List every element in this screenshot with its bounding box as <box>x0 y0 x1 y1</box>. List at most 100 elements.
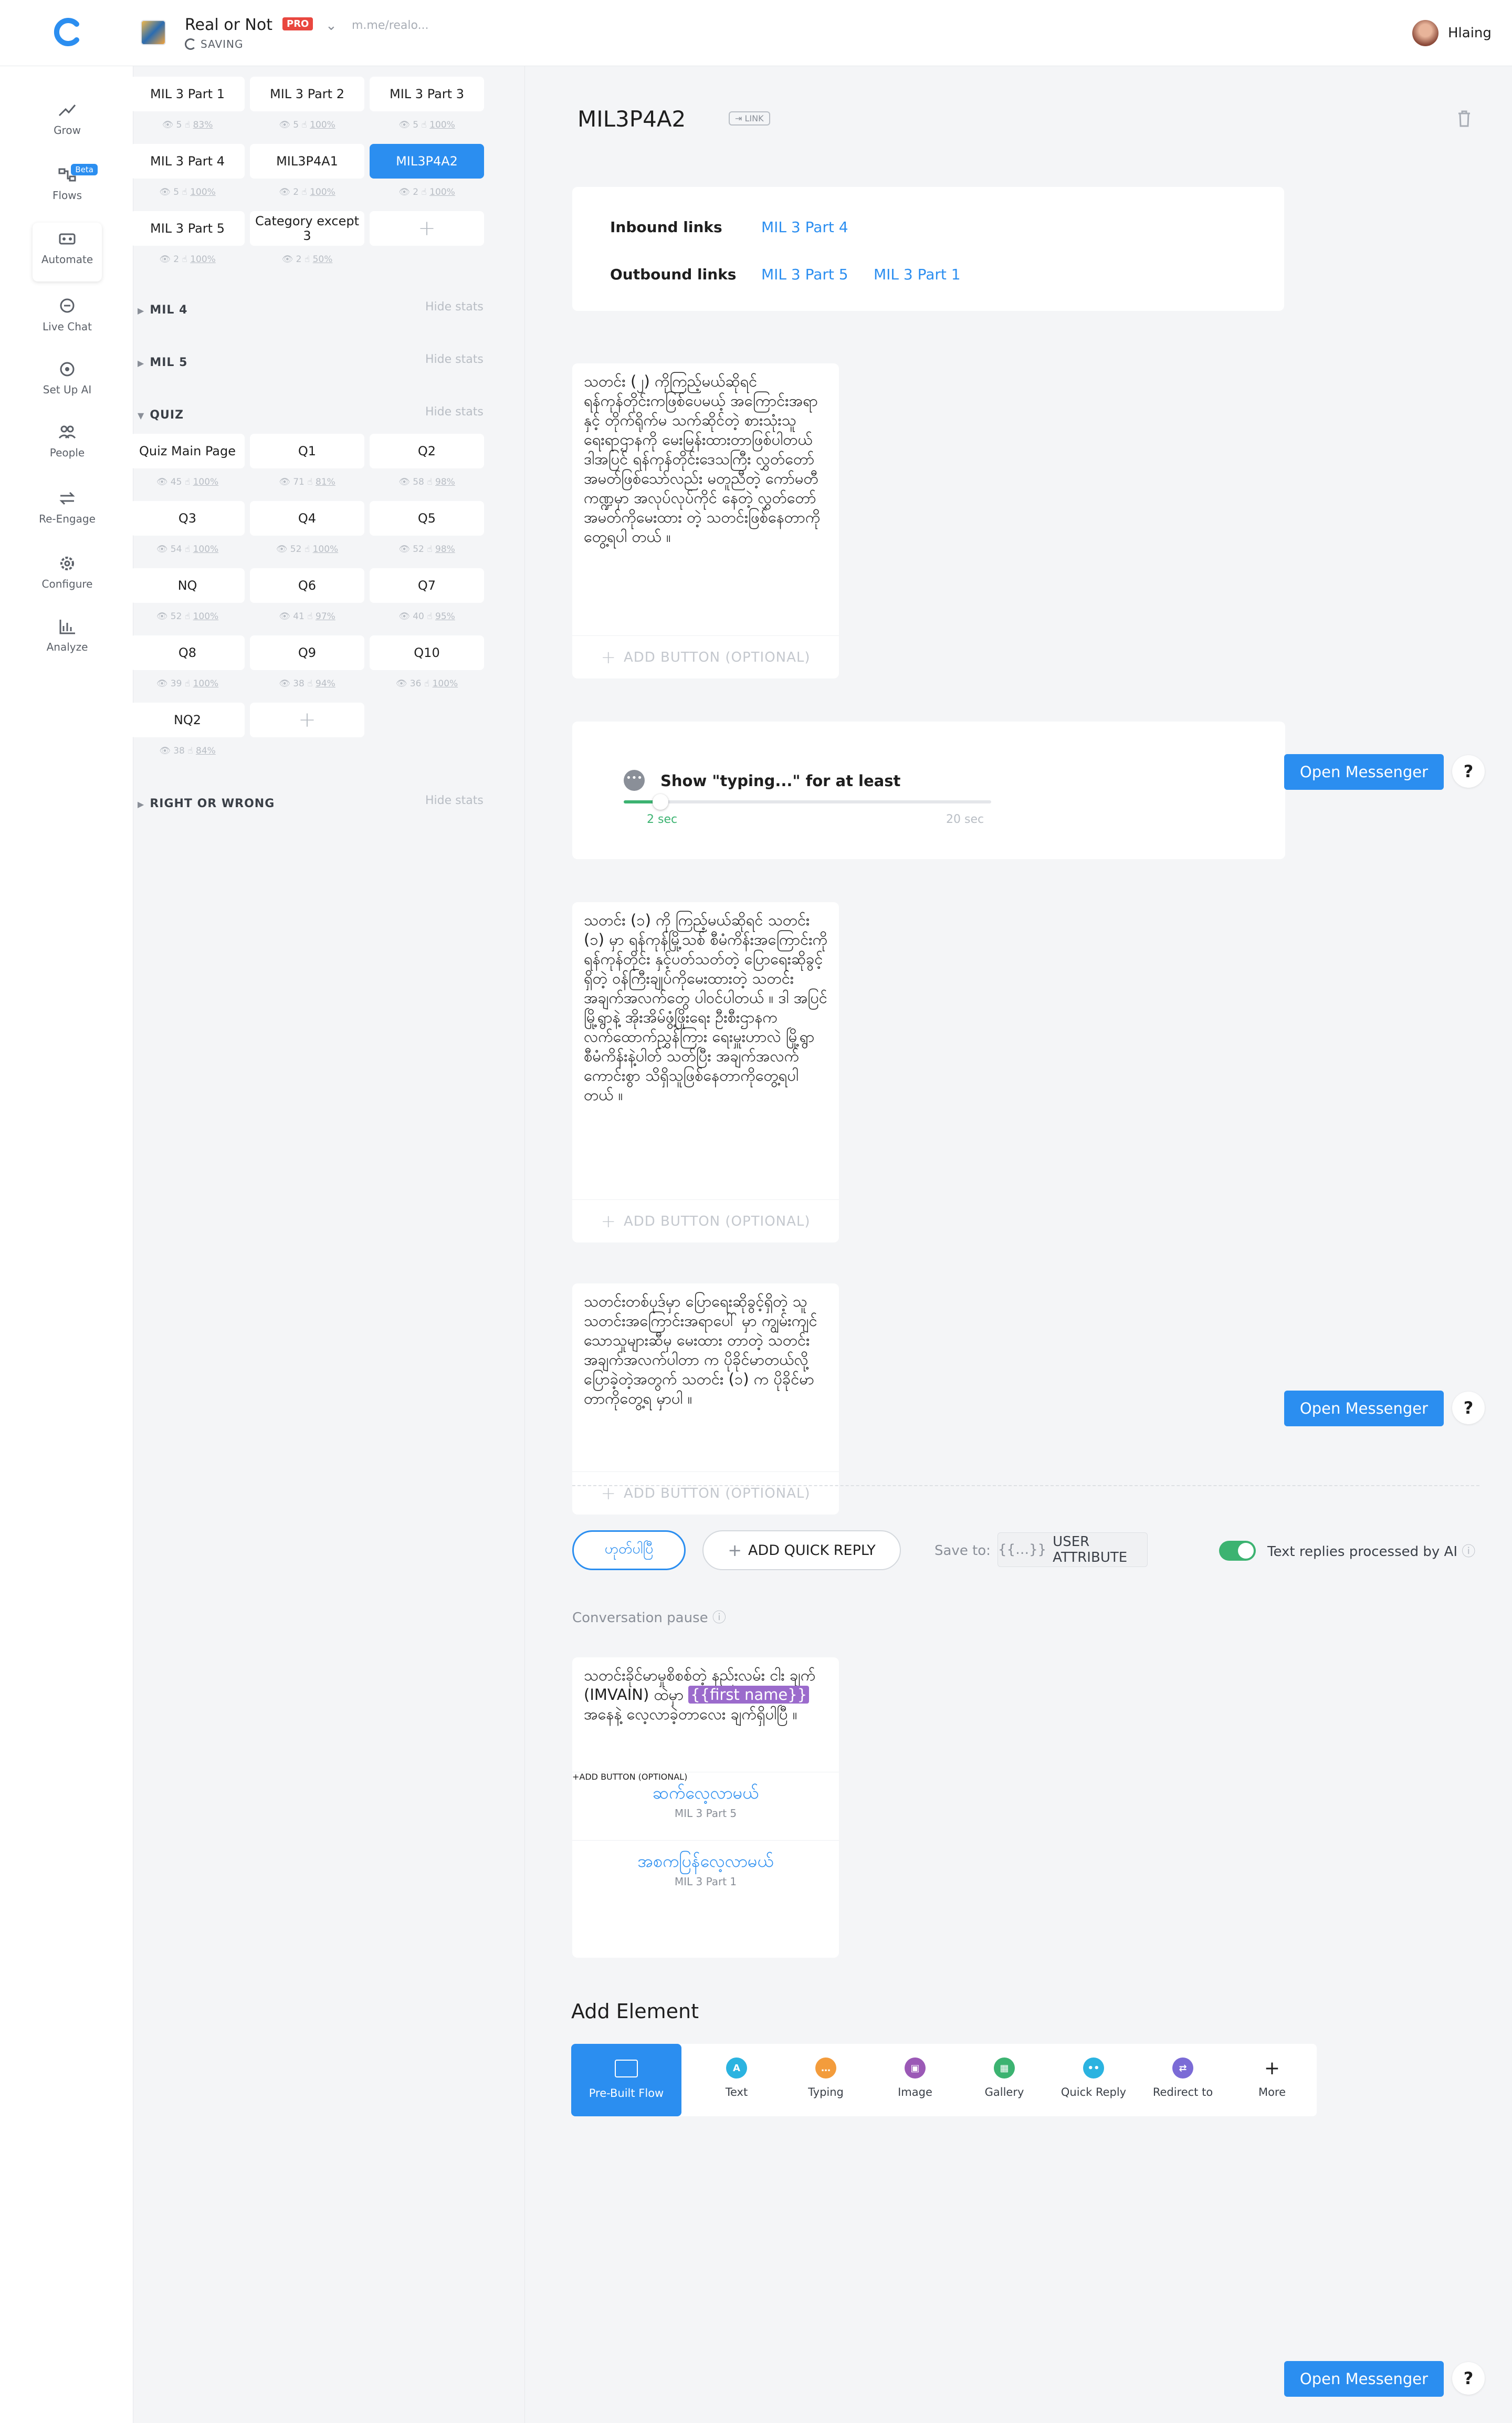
conversation-pause[interactable]: Conversation pause ⓘ <box>572 1607 726 1626</box>
add-block-button[interactable]: + <box>370 211 484 246</box>
nav-configure[interactable]: Configure <box>33 555 102 590</box>
nav-label: Analyze <box>46 641 88 653</box>
links-card: Inbound links MIL 3 Part 4 Outbound link… <box>572 187 1284 311</box>
nav-automate[interactable]: Automate <box>33 223 102 281</box>
bot-url[interactable]: m.me/realo... <box>352 19 429 32</box>
block-title[interactable]: MIL3P4A2 <box>578 106 686 132</box>
add-quick-reply-button[interactable]: + ADD QUICK REPLY <box>702 1530 901 1570</box>
block-mil-3-part-4[interactable]: MIL 3 Part 4 <box>130 144 245 179</box>
nav-analyze[interactable]: Analyze <box>33 618 102 653</box>
text-element-button[interactable]: A Text <box>692 2044 781 2116</box>
inbound-link[interactable]: MIL 3 Part 4 <box>761 218 848 236</box>
option-title: အစကပြန်လေ့လာမယ် <box>637 1851 774 1871</box>
saving-spinner-icon <box>185 38 196 50</box>
block-q5[interactable]: Q5 <box>370 501 484 536</box>
open-messenger-button[interactable]: Open Messenger <box>1284 1391 1444 1426</box>
bot-avatar[interactable] <box>141 20 166 45</box>
block-mil-3-part-1[interactable]: MIL 3 Part 1 <box>130 77 245 111</box>
quick-reply-text[interactable]: သတင်းခိုင်မာမှုစိစစ်တဲ့ နည်းလမ်း ငါး ချက… <box>572 1657 839 1772</box>
chatfuel-logo-icon[interactable] <box>50 15 85 49</box>
hide-stats-link[interactable]: Hide stats <box>425 300 484 314</box>
quick-reply-element-button[interactable]: •• Quick Reply <box>1049 2044 1138 2116</box>
option-title: ဆက်လေ့လာမယ် <box>652 1783 759 1803</box>
block-q9[interactable]: Q9 <box>250 635 364 670</box>
option-target: MIL 3 Part 1 <box>674 1875 737 1888</box>
block-mil-3-part-3[interactable]: MIL 3 Part 3 <box>370 77 484 111</box>
block-q7[interactable]: Q7 <box>370 568 484 603</box>
block-stats: 👁 38 ☝ 84% <box>159 746 216 756</box>
typing-slider-handle[interactable] <box>653 794 668 810</box>
block-q3[interactable]: Q3 <box>130 501 245 536</box>
nav-grow[interactable]: Grow <box>33 101 102 137</box>
block-q4[interactable]: Q4 <box>250 501 364 536</box>
outbound-link[interactable]: MIL 3 Part 1 <box>874 266 961 283</box>
ai-icon <box>60 362 75 377</box>
link-badge[interactable]: ⇥ LINK <box>729 111 770 126</box>
text-card-content[interactable]: သတင်း (၁) ကို ကြည့်မယ်ဆိုရင် သတင်း (၁) မ… <box>572 902 839 1113</box>
nav-flows[interactable]: Beta Flows <box>33 164 102 202</box>
section-mil-4[interactable]: ▶ MIL 4 <box>138 304 187 317</box>
divider <box>572 1485 1479 1486</box>
block-q6[interactable]: Q6 <box>250 568 364 603</box>
block-category-except-3[interactable]: Category except 3 <box>250 211 364 246</box>
quick-reply-card[interactable]: သတင်းခိုင်မာမှုစိစစ်တဲ့ နည်းလမ်း ငါး ချက… <box>572 1657 839 1958</box>
section-right-or-wrong[interactable]: ▶ RIGHT OR WRONG <box>138 797 275 810</box>
more-element-button[interactable]: + More <box>1227 2044 1317 2116</box>
block-mil-3-part-2[interactable]: MIL 3 Part 2 <box>250 77 364 111</box>
first-name-attribute[interactable]: {{first name}} <box>688 1686 810 1704</box>
trash-icon[interactable] <box>1456 109 1472 128</box>
help-button[interactable]: ? <box>1452 755 1485 788</box>
typing-slider[interactable] <box>624 794 991 810</box>
text-card-content[interactable]: သတင်းတစ်ပုဒ်မှာ ပြောရေးဆိုခွင့်ရှိတဲ့ သူ… <box>572 1283 839 1417</box>
info-icon[interactable]: ⓘ <box>712 1610 726 1626</box>
add-button[interactable]: +ADD BUTTON (OPTIONAL) <box>572 1471 839 1515</box>
gallery-element-button[interactable]: ▦ Gallery <box>960 2044 1049 2116</box>
block-q10[interactable]: Q10 <box>370 635 484 670</box>
user-avatar[interactable] <box>1412 20 1438 46</box>
nav-set-up-ai[interactable]: Set Up AI <box>33 360 102 396</box>
image-element-button[interactable]: ▣ Image <box>870 2044 960 2116</box>
quick-reply-option[interactable]: ဆက်လေ့လာမယ် MIL 3 Part 5 <box>572 1772 839 1840</box>
outbound-link[interactable]: MIL 3 Part 5 <box>761 266 848 283</box>
user-attribute-select[interactable]: {{…}} USER ATTRIBUTE <box>998 1532 1148 1567</box>
text-card[interactable]: သတင်း (၂) ကိုကြည့်မယ်ဆိုရင် ရန်ကုန်တိုင်… <box>572 363 839 678</box>
nav-live-chat[interactable]: Live Chat <box>33 297 102 333</box>
chevron-down-icon[interactable]: ⌄ <box>326 18 337 34</box>
user-name[interactable]: Hlaing <box>1448 25 1492 41</box>
section-mil-5[interactable]: ▶ MIL 5 <box>138 356 187 369</box>
block-mil3p4a1[interactable]: MIL3P4A1 <box>250 144 364 179</box>
block-mil3p4a2-selected[interactable]: MIL3P4A2 <box>370 144 484 179</box>
redirect-element-button[interactable]: ⇄ Redirect to <box>1138 2044 1227 2116</box>
text-card-content[interactable]: သတင်း (၂) ကိုကြည့်မယ်ဆိုရင် ရန်ကုန်တိုင်… <box>572 363 839 555</box>
section-quiz[interactable]: ▼ QUIZ <box>138 409 184 422</box>
add-block-button[interactable]: + <box>250 703 364 737</box>
block-q2[interactable]: Q2 <box>370 434 484 468</box>
nav-re-engage[interactable]: Re-Engage <box>33 489 102 525</box>
block-quiz-main-page[interactable]: Quiz Main Page <box>130 434 245 468</box>
block-stats: 👁 54 ☝ 100% <box>156 544 219 555</box>
typing-element-button[interactable]: … Typing <box>781 2044 870 2116</box>
block-nq[interactable]: NQ <box>130 568 245 603</box>
quick-reply-done[interactable]: ဟုတ်ပါပြီ <box>572 1530 686 1570</box>
block-q8[interactable]: Q8 <box>130 635 245 670</box>
text-card[interactable]: သတင်း (၁) ကို ကြည့်မယ်ဆိုရင် သတင်း (၁) မ… <box>572 902 839 1242</box>
ai-toggle[interactable] <box>1219 1541 1256 1561</box>
info-icon[interactable]: ⓘ <box>1462 1544 1475 1560</box>
open-messenger-button[interactable]: Open Messenger <box>1284 754 1444 790</box>
help-button[interactable]: ? <box>1452 1392 1485 1424</box>
quick-reply-option[interactable]: အစကပြန်လေ့လာမယ် MIL 3 Part 1 <box>572 1840 839 1908</box>
block-q1[interactable]: Q1 <box>250 434 364 468</box>
help-button[interactable]: ? <box>1452 2362 1485 2395</box>
hide-stats-link[interactable]: Hide stats <box>425 353 484 366</box>
nav-people[interactable]: People <box>33 423 102 459</box>
pre-built-flow-button[interactable]: Pre-Built Flow <box>571 2044 681 2116</box>
add-button[interactable]: +ADD BUTTON (OPTIONAL) <box>572 635 839 678</box>
hide-stats-link[interactable]: Hide stats <box>425 405 484 419</box>
add-button[interactable]: +ADD BUTTON (OPTIONAL) <box>572 1199 839 1242</box>
block-mil-3-part-5[interactable]: MIL 3 Part 5 <box>130 211 245 246</box>
hide-stats-link[interactable]: Hide stats <box>425 794 484 807</box>
bot-name[interactable]: Real or Not <box>185 16 272 34</box>
text-card[interactable]: သတင်းတစ်ပုဒ်မှာ ပြောရေးဆိုခွင့်ရှိတဲ့ သူ… <box>572 1283 839 1515</box>
open-messenger-button[interactable]: Open Messenger <box>1284 2361 1444 2397</box>
block-nq2[interactable]: NQ2 <box>130 703 245 737</box>
